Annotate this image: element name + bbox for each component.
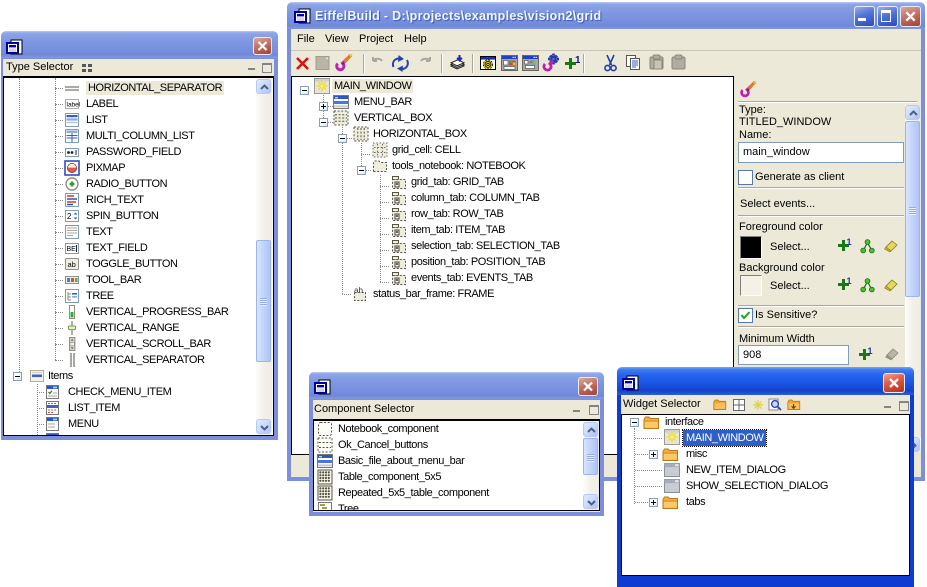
svg-text:2: 2: [67, 212, 72, 221]
svg-text:1: 1: [847, 238, 852, 247]
svg-text:ab: ab: [68, 260, 76, 269]
svg-text:1: 1: [847, 277, 852, 286]
svg-text:BE: BE: [67, 246, 77, 253]
svg-text:1: 1: [575, 55, 580, 66]
svg-text:1: 1: [868, 347, 873, 356]
svg-text:label: label: [67, 102, 81, 109]
